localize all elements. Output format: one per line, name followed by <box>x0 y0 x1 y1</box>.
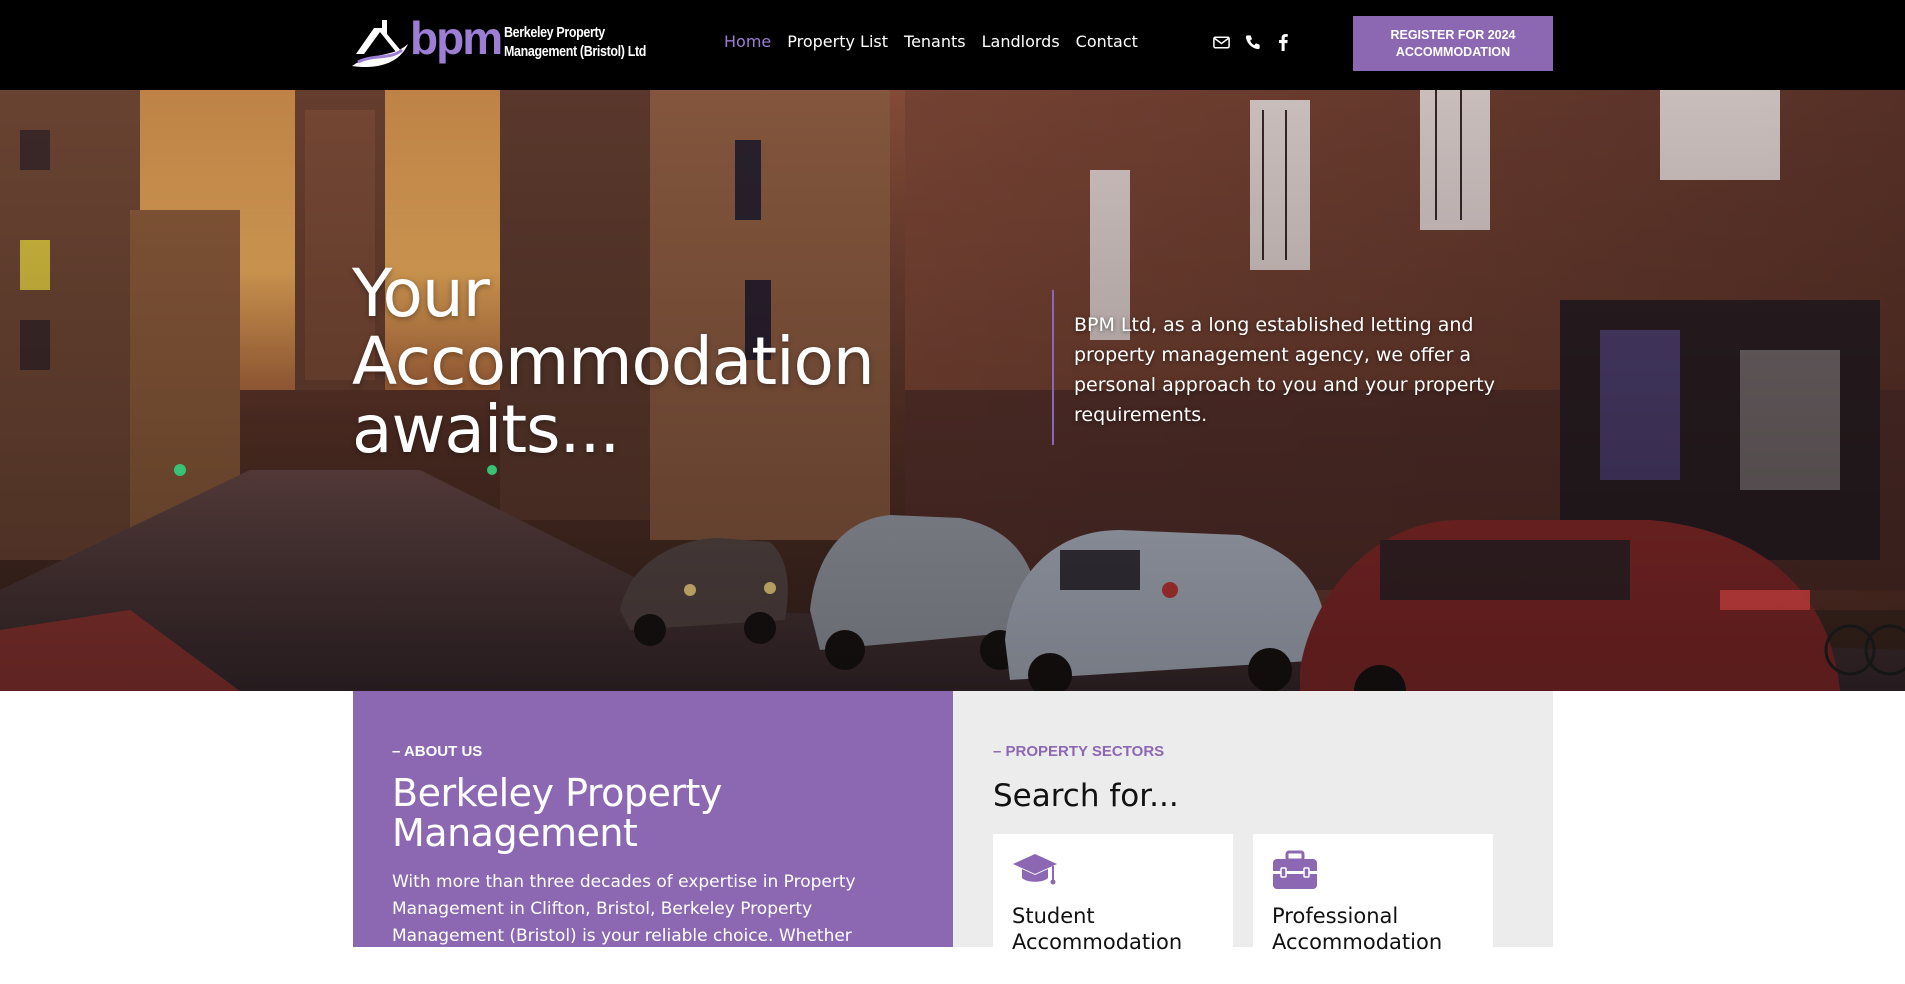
envelope-icon[interactable] <box>1212 33 1231 52</box>
property-sectors-section: – PROPERTY SECTORS Search for... Student… <box>953 691 1553 984</box>
briefcase-icon <box>1273 850 1317 889</box>
main-nav: Home Property List Tenants Landlords Con… <box>724 31 1138 53</box>
about-section: – ABOUT US Berkeley Property Management … <box>353 691 953 947</box>
nav-home[interactable]: Home <box>724 31 771 53</box>
professional-accommodation-card[interactable]: Professional Accommodation <box>1253 834 1493 984</box>
about-eyebrow: – ABOUT US <box>392 743 483 760</box>
nav-property-list[interactable]: Property List <box>787 31 888 53</box>
logo-line-2: Management (Bristol) Ltd <box>504 44 647 60</box>
hero-title-line-3: awaits... <box>352 391 620 468</box>
facebook-icon[interactable] <box>1274 33 1293 52</box>
hero-street-image <box>0 90 1905 691</box>
logo-line-1: Berkeley Property <box>504 25 605 41</box>
logo-mark: bpm <box>410 14 501 64</box>
register-button-line-2: ACCOMMODATION <box>1395 44 1511 59</box>
graduation-cap-icon <box>1013 854 1057 885</box>
hero-title-line-1: Your <box>352 255 490 332</box>
about-heading: Berkeley Property Management <box>392 771 722 855</box>
hero-description: BPM Ltd, as a long established letting a… <box>1074 314 1495 426</box>
hero-section: Your Accommodation awaits... BPM Ltd, as… <box>0 90 1905 691</box>
hero-divider <box>1052 290 1054 445</box>
hero-title-line-2: Accommodation <box>352 323 875 400</box>
register-button[interactable]: REGISTER FOR 2024 ACCOMMODATION <box>1353 16 1553 71</box>
about-body: With more than three decades of expertis… <box>392 872 856 946</box>
nav-landlords[interactable]: Landlords <box>982 31 1060 53</box>
sectors-eyebrow: – PROPERTY SECTORS <box>993 743 1165 760</box>
social-links <box>1212 33 1293 52</box>
logo-wordmark: Berkeley Property Management (Bristol) L… <box>504 24 646 62</box>
student-accommodation-card[interactable]: Student Accommodation <box>993 834 1233 984</box>
nav-tenants[interactable]: Tenants <box>904 31 966 53</box>
sectors-heading: Search for... <box>993 778 1179 814</box>
nav-contact[interactable]: Contact <box>1076 31 1138 53</box>
phone-icon[interactable] <box>1243 33 1262 52</box>
register-button-line-1: REGISTER FOR 2024 <box>1390 27 1516 42</box>
student-accommodation-title: Student Accommodation <box>1012 904 1183 954</box>
professional-accommodation-title: Professional Accommodation <box>1272 904 1443 954</box>
hero-title: Your Accommodation awaits... <box>352 255 875 468</box>
site-header: bpm Berkeley Property Management (Bristo… <box>0 0 1905 90</box>
